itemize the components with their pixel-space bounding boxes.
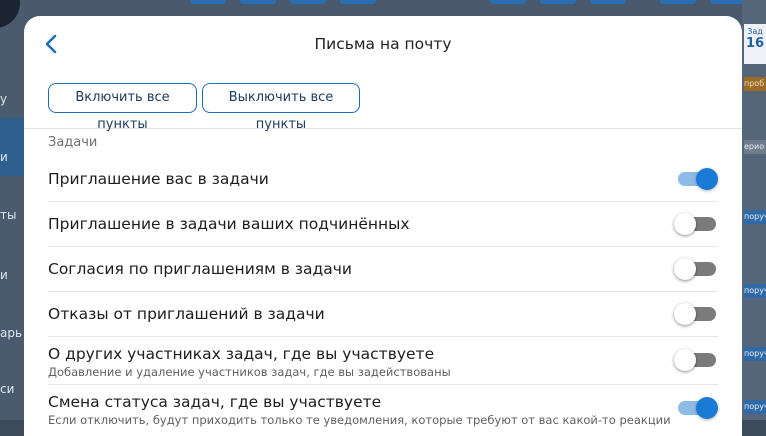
background-calendar-day-label: Зад	[747, 27, 763, 36]
background-sidebar-text: и	[0, 150, 8, 164]
enable-all-button[interactable]: Включить все пункты	[48, 83, 197, 132]
setting-toggle[interactable]	[674, 347, 718, 373]
setting-toggle[interactable]	[674, 395, 718, 421]
setting-description: Добавление и удаление участников задач, …	[48, 365, 451, 379]
background-calendar: Зад 16 проб ерио поруч поруч поруч поруч	[742, 0, 766, 420]
toggle-knob	[696, 397, 718, 419]
background-task-tag: ерио	[744, 140, 766, 154]
background-task-tag: поруч	[744, 210, 766, 224]
setting-label: Смена статуса задач, где вы участвуете	[48, 393, 382, 411]
setting-toggle[interactable]	[674, 211, 718, 237]
section-title: Задачи	[48, 135, 98, 150]
background-sidebar-text: у	[0, 92, 8, 106]
modal-title: Письма на почту	[314, 35, 452, 53]
setting-label: О других участниках задач, где вы участв…	[48, 345, 435, 363]
background-sidebar-text: и	[0, 268, 8, 282]
toggle-knob	[674, 303, 696, 325]
setting-row[interactable]: Отказы от приглашений в задачи	[48, 292, 718, 337]
background-sidebar-text: ты	[0, 208, 17, 222]
setting-label: Согласия по приглашениям в задачи	[48, 260, 352, 278]
background-task-tag: поруч	[744, 400, 766, 414]
setting-row[interactable]: О других участниках задач, где вы участв…	[48, 337, 718, 385]
toggle-knob	[674, 349, 696, 371]
email-notifications-modal: Письма на почту Включить все пункты Выкл…	[24, 16, 742, 436]
setting-label: Отказы от приглашений в задачи	[48, 305, 325, 323]
background-task-tag: поруч	[744, 284, 766, 298]
disable-all-button[interactable]: Выключить все пункты	[202, 83, 360, 132]
setting-toggle[interactable]	[674, 256, 718, 282]
setting-label: Приглашение вас в задачи	[48, 170, 269, 188]
background-avatar	[0, 0, 20, 28]
setting-row[interactable]: Приглашение в задачи ваших подчинённых	[48, 202, 718, 247]
background-calendar-day-number: 16	[745, 36, 765, 51]
background-sidebar-selected	[0, 118, 24, 176]
modal-header: Письма на почту	[24, 16, 742, 72]
toggle-knob	[674, 258, 696, 280]
setting-row[interactable]: Согласия по приглашениям в задачи	[48, 247, 718, 292]
background-calendar-day: Зад 16	[744, 24, 766, 64]
background-task-tag: поруч	[744, 347, 766, 361]
background-sidebar: у и ты и арь си	[0, 0, 24, 420]
setting-row[interactable]: Приглашение вас в задачи	[48, 157, 718, 202]
background-sidebar-text: арь	[0, 326, 23, 340]
toggle-knob	[674, 213, 696, 235]
setting-row[interactable]: Смена статуса задач, где вы участвуете Е…	[48, 385, 718, 436]
setting-description: Если отключить, будут приходить только т…	[48, 413, 671, 427]
setting-toggle[interactable]	[674, 301, 718, 327]
setting-label: Приглашение в задачи ваших подчинённых	[48, 215, 410, 233]
background-top-tabs	[190, 0, 750, 4]
toggle-knob	[696, 168, 718, 190]
bulk-actions: Включить все пункты Выключить все пункты	[24, 72, 742, 132]
background-sidebar-text: си	[0, 382, 15, 396]
setting-toggle[interactable]	[674, 166, 718, 192]
background-task-tag: проб	[744, 77, 766, 91]
